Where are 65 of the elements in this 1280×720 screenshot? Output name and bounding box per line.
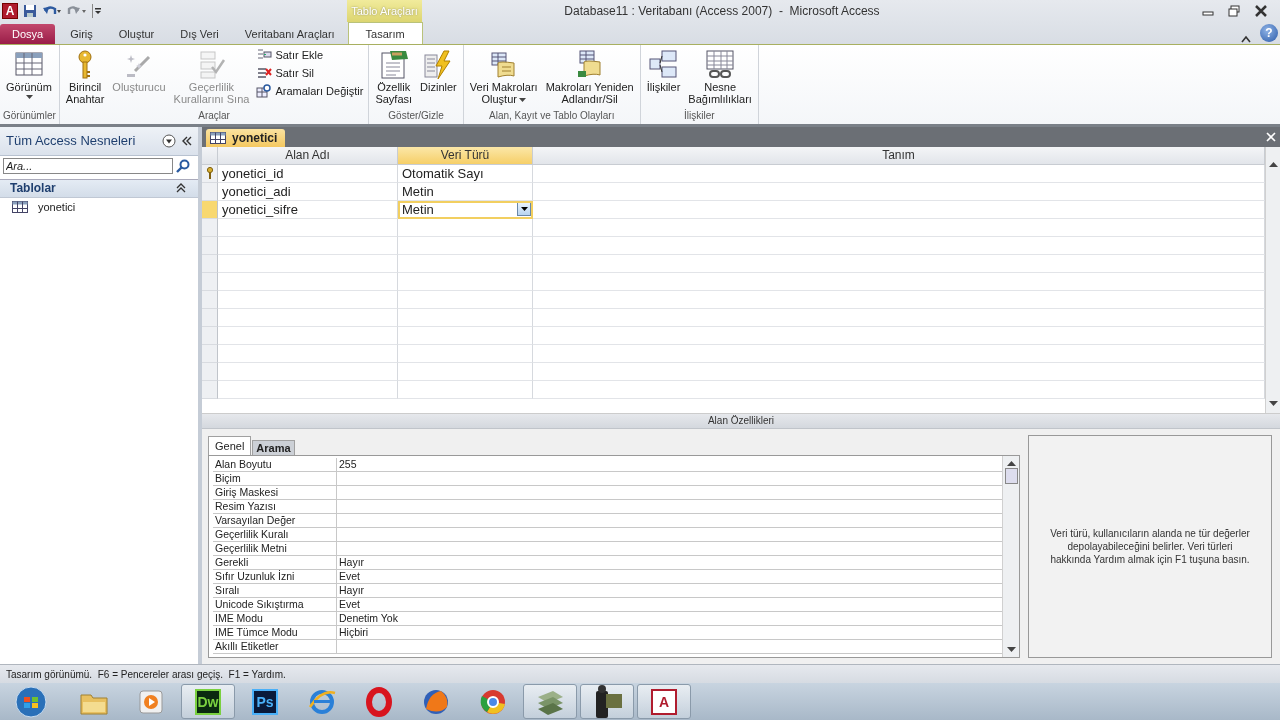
table-cell: yonetici_id bbox=[218, 164, 398, 183]
property-name: Resim Yazısı bbox=[213, 499, 337, 514]
status-text: Tasarım görünümü. F6 = Pencereler arası geçiş. F1 = Yardım. bbox=[6, 668, 286, 680]
taskbar-button[interactable]: Dw bbox=[181, 684, 235, 720]
property-value[interactable]: Evet bbox=[337, 597, 1002, 612]
ribbon-button[interactable]: Dizinler bbox=[417, 47, 460, 95]
ribbon-button[interactable]: İlişkiler bbox=[643, 47, 684, 95]
ribbon-tab[interactable]: Veritabanı Araçları bbox=[231, 24, 348, 44]
ribbon-button[interactable]: Özellik Sayfası bbox=[372, 47, 416, 107]
group-label: Araçlar bbox=[197, 109, 231, 123]
property-name: Unicode Sıkıştırma bbox=[213, 597, 337, 612]
property-name: Akıllı Etiketler bbox=[213, 639, 337, 654]
table-cell: yonetici_adi bbox=[218, 182, 398, 201]
property-name: IME Tümce Modu bbox=[213, 625, 337, 640]
property-value[interactable]: Denetim Yok bbox=[337, 611, 1002, 626]
ribbon-button[interactable]: Görünüm bbox=[3, 47, 55, 101]
property-value[interactable]: Evet bbox=[337, 569, 1002, 584]
property-name: Biçim bbox=[213, 471, 337, 486]
properties-tab[interactable]: Genel bbox=[208, 435, 252, 455]
property-name: Geçerlilik Kuralı bbox=[213, 527, 337, 542]
group-header[interactable]: Tablolar bbox=[0, 178, 198, 198]
property-value[interactable]: Hayır bbox=[337, 583, 1002, 598]
property-name: Alan Boyutu bbox=[213, 457, 337, 472]
property-name: Gerekli bbox=[213, 555, 337, 570]
property-name: Varsayılan Değer bbox=[213, 513, 337, 528]
table-cell: Metin bbox=[398, 182, 533, 201]
document-tab[interactable]: yonetici bbox=[206, 128, 286, 147]
ribbon-button[interactable]: Satır Ekle bbox=[254, 47, 366, 63]
ribbon-button[interactable]: Nesne Bağımlılıkları bbox=[685, 47, 755, 107]
taskbar-button[interactable]: Ps bbox=[238, 684, 292, 720]
group-label: İlişkiler bbox=[683, 109, 716, 123]
property-name: Geçerlilik Metni bbox=[213, 541, 337, 556]
table-item[interactable]: yonetici bbox=[0, 197, 198, 216]
app-icon: A bbox=[2, 3, 18, 19]
table-cell: yonetici_sifre bbox=[218, 200, 398, 219]
table-cell: Otomatik Sayı bbox=[398, 164, 533, 183]
property-name: Giriş Maskesi bbox=[213, 485, 337, 500]
help-text: Veri türü, kullanıcıların alanda ne tür değerler depolayabileceğini belirler. Veri türleri hakkında Yardım almak için F1 tuşuna basın. bbox=[1049, 526, 1251, 566]
property-value[interactable]: Hayır bbox=[337, 555, 1002, 570]
property-value[interactable]: 255 bbox=[337, 457, 1002, 472]
window-title: Database11 : Veritabanı (Access 2007) - Microsoft Access bbox=[563, 4, 881, 18]
ribbon-button[interactable]: Makroları Yeniden Adlandır/Sil bbox=[542, 47, 637, 107]
ribbon-tab[interactable]: Tasarım bbox=[347, 22, 423, 44]
taskbar-button[interactable]: A bbox=[637, 684, 691, 720]
group-label: Alan, Kayıt ve Tablo Olayları bbox=[488, 109, 616, 123]
pane-title: Tüm Access Nesneleri bbox=[6, 133, 137, 149]
ribbon-button[interactable]: Birincil Anahtar bbox=[62, 47, 108, 107]
property-name: Sıralı bbox=[213, 583, 337, 598]
ribbon-tab[interactable]: Giriş bbox=[57, 24, 106, 44]
search-field[interactable]: Ara... bbox=[3, 157, 173, 174]
context-tab-group: Tablo Araçları bbox=[347, 0, 422, 22]
properties-tab[interactable]: Arama bbox=[252, 439, 295, 455]
property-name: Sıfır Uzunluk İzni bbox=[213, 569, 337, 584]
group-label: Görünümler bbox=[3, 109, 56, 123]
ribbon-button[interactable]: Satır Sil bbox=[254, 65, 366, 81]
ribbon-tab[interactable]: Oluştur bbox=[105, 24, 168, 44]
file-tab[interactable]: Dosya bbox=[0, 24, 56, 44]
group-label: Tablolar bbox=[10, 181, 57, 196]
data-type-dropdown[interactable]: Metin bbox=[398, 200, 533, 219]
property-value[interactable]: Hiçbiri bbox=[337, 625, 1002, 640]
group-label: Göster/Gizle bbox=[387, 109, 445, 123]
property-name: IME Modu bbox=[213, 611, 337, 626]
ribbon-button[interactable]: Aramaları Değiştir bbox=[254, 83, 366, 99]
ribbon-button[interactable]: Veri Makroları Oluştur bbox=[466, 47, 541, 107]
ribbon-tab[interactable]: Dış Veri bbox=[167, 24, 232, 44]
